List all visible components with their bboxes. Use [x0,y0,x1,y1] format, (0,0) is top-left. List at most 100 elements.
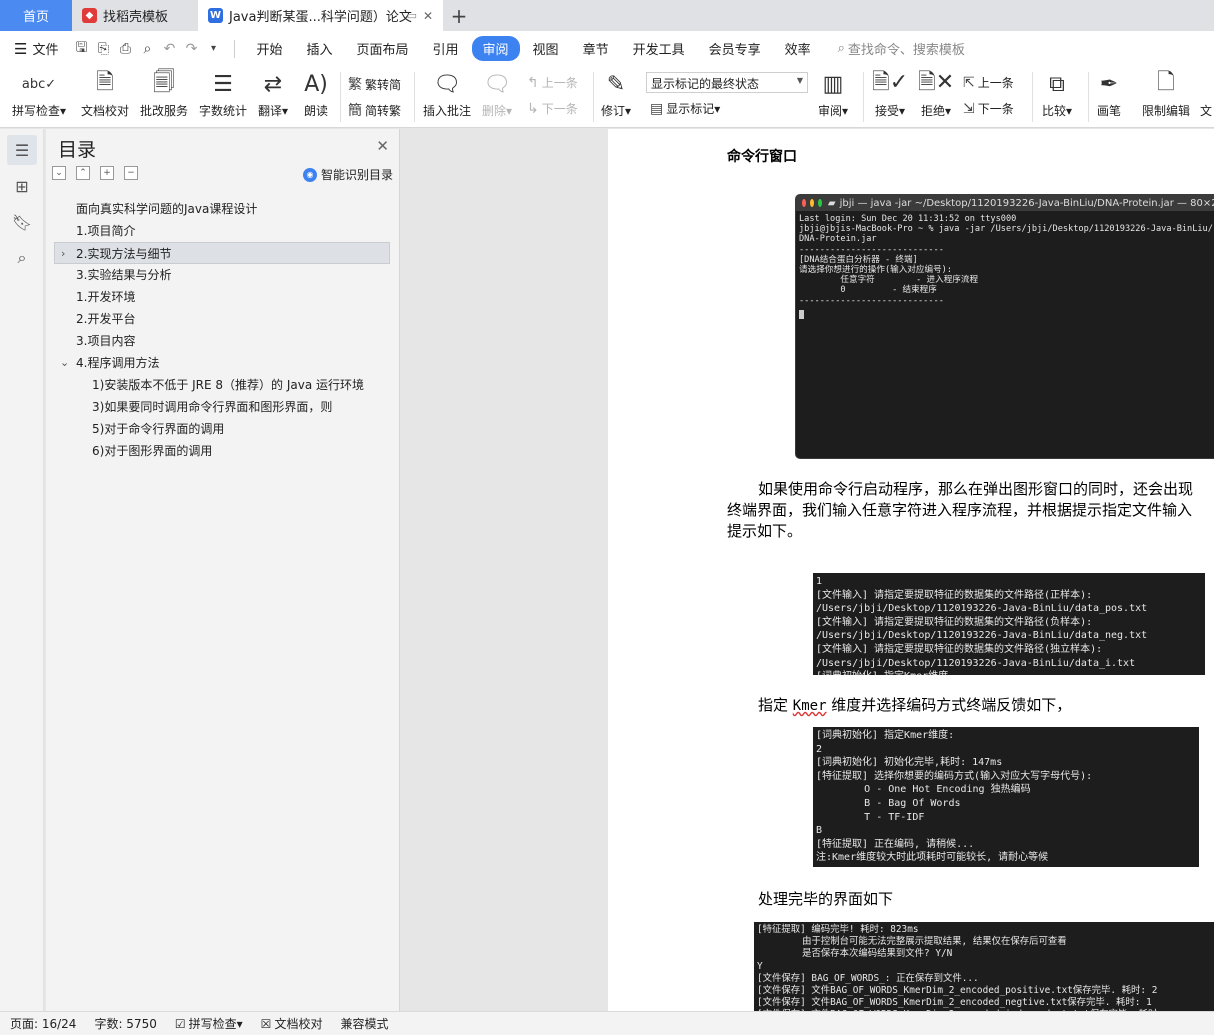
toc-item[interactable]: 面向真实科学问题的Java课程设计 [54,198,390,220]
prev-change-icon: ⇱ [963,74,975,91]
batch-service-button[interactable]: 🗐 批改服务 [140,68,188,119]
truncated-ribbon-button[interactable]: 文 [1200,68,1212,119]
terminal-line: [DNA结合蛋白分析器 - 终端] [799,254,918,265]
trad-to-simp-button[interactable]: 繁繁转简 [348,74,401,94]
insert-comment-button[interactable]: 🗨 插入批注 [423,68,471,119]
tab-document[interactable]: W Java判断某蛋...科学问题）论文 ▭ ✕ [198,0,443,31]
doc-proof-button[interactable]: 🗎 文档校对 [81,68,129,119]
export-icon[interactable]: ⎘ [92,38,114,60]
review-pane-button[interactable]: ▥ 审阅▾ [818,68,848,119]
toc-item[interactable]: 3)如果要同时调用命令行界面和图形界面，则 [54,396,390,418]
toc-item[interactable]: 3.项目内容 [54,330,390,352]
add-level-icon[interactable]: + [100,166,114,180]
print-preview-icon[interactable]: ⌕ [136,38,158,60]
next-comment-button[interactable]: ↳ 下一条 [527,100,578,117]
delete-comment-label: 删除▾ [482,104,513,118]
terminal-output-encoding: [词典初始化] 指定Kmer维度: 2 [词典初始化] 初始化完毕,耗时: 14… [813,727,1199,867]
menu-member[interactable]: 会员专享 [698,36,772,61]
word-count-button[interactable]: ☰ 字数统计 [199,68,247,119]
terminal-cursor [799,309,804,319]
menu-developer[interactable]: 开发工具 [622,36,696,61]
chevron-right-icon[interactable]: › [61,243,65,265]
delete-comment-button[interactable]: 🗨 删除▾ [482,68,512,119]
restrict-edit-button[interactable]: 🗋 限制编辑 [1142,68,1190,119]
expand-up-icon[interactable]: ⌃ [76,166,90,180]
markup-state-select[interactable]: 显示标记的最终状态 ▼ [646,72,808,93]
terminal-line: 0 - 结束程序 [799,285,937,296]
chapter-nav-icon[interactable]: ⊞ [7,171,37,201]
spell-check-button[interactable]: abc✓ 拼写检查▾ [12,68,66,119]
pin-icon[interactable]: ▭ [407,9,417,22]
toc-item[interactable]: 3.实验结果与分析 [54,264,390,286]
tab-template[interactable]: ◆ 找稻壳模板 [72,0,198,31]
toc-item[interactable]: 1.开发环境 [54,286,390,308]
new-tab-button[interactable]: + [443,0,475,31]
toc-item[interactable]: 5)对于命令行界面的调用 [54,418,390,440]
track-changes-button[interactable]: ✎ 修订▾ [601,68,631,119]
bookmark-icon[interactable]: 🔖︎ [7,207,37,237]
remove-level-icon[interactable]: − [124,166,138,180]
zoom-dot-icon [817,199,822,207]
menu-efficiency[interactable]: 效率 [774,36,822,61]
section-heading: 命令行窗口 [727,149,797,165]
file-menu-label: 文件 [32,43,59,58]
compare-icon: ⧉ [1049,71,1065,97]
close-icon[interactable]: ✕ [423,9,433,23]
toc-item[interactable]: 6)对于图形界面的调用 [54,440,390,462]
accept-button[interactable]: 🗎✓ 接受▾ [872,68,908,119]
simp-to-trad-button[interactable]: 簡简转繁 [348,100,401,120]
spell-check-icon: abc✓ [21,76,57,92]
prev-change-button[interactable]: ⇱ 上一条 [963,74,1014,91]
menu-separator [234,39,236,58]
toc-item[interactable]: ⌄ 4.程序调用方法 [54,352,390,374]
doc-proof-status[interactable]: ☒ 文档校对 [261,1015,323,1032]
collapse-all-icon[interactable]: ⌄ [52,166,66,180]
undo-icon[interactable]: ↶ [158,38,180,60]
close-dot-icon [802,199,806,207]
menu-references[interactable]: 引用 [422,36,470,61]
toc-item[interactable]: 1.项目简介 [54,220,390,242]
minimize-dot-icon [809,199,814,207]
tab-home[interactable]: 首页 [0,0,72,31]
toc-item[interactable]: 2.开发平台 [54,308,390,330]
terminal-screenshot: ▰ jbji — java -jar ~/Desktop/1120193226-… [795,194,1214,459]
reject-icon: 🗎✕ [918,70,955,95]
menu-page-layout[interactable]: 页面布局 [346,36,420,61]
document-page[interactable]: 命令行窗口 ▰ jbji — java -jar ~/Desktop/11201… [608,129,1214,1011]
close-icon[interactable]: ✕ [376,137,389,155]
word-count-indicator[interactable]: 字数: 5750 [94,1015,156,1032]
ink-button[interactable]: ✒ 画笔 [1097,68,1121,119]
tab-document-label: Java判断某蛋...科学问题）论文 [229,10,412,25]
prev-comment-button[interactable]: ↰ 上一条 [527,74,578,91]
menu-insert[interactable]: 插入 [295,36,343,61]
file-menu[interactable]: ☰ 文件 [14,39,59,59]
read-aloud-button[interactable]: A) 朗读 [304,68,328,119]
toc-item-selected[interactable]: › 2.实现方法与细节 [54,242,390,264]
next-change-button[interactable]: ⇲ 下一条 [963,100,1014,117]
smart-toc-button[interactable]: ◉ 智能识别目录 [302,166,393,183]
redo-icon[interactable]: ↷ [180,38,202,60]
reject-button[interactable]: 🗎✕ 拒绝▾ [918,68,954,119]
menu-view[interactable]: 视图 [522,36,570,61]
print-icon[interactable]: ⎙ [114,38,136,60]
show-markup-button[interactable]: ▤ 显示标记 ▾ [650,100,720,117]
compare-button[interactable]: ⧉ 比较▾ [1042,68,1072,119]
menu-home[interactable]: 开始 [245,36,293,61]
spell-check-status[interactable]: ☑ 拼写检查 ▾ [175,1015,243,1032]
translate-button[interactable]: ⇄ 翻译▾ [258,68,288,119]
terminal-body: Last login: Sun Dec 20 11:31:52 on ttys0… [796,211,1214,325]
chevron-down-icon[interactable]: ⌄ [60,352,69,374]
chevron-down-icon[interactable]: ▾ [202,38,224,60]
save-icon[interactable]: 🖫 [70,38,92,60]
menu-review[interactable]: 审阅 [471,36,520,61]
menu-section[interactable]: 章节 [572,36,620,61]
toc-item[interactable]: 1)安装版本不低于 JRE 8（推荐）的 Java 运行环境 [54,374,390,396]
next-comment-icon: ↳ [527,100,539,117]
tab-bar: 首页 ◆ 找稻壳模板 W Java判断某蛋...科学问题）论文 ▭ ✕ + [0,0,1214,31]
page-indicator[interactable]: 页面: 16/24 [10,1015,76,1032]
proof-icon: ☒ [260,1016,272,1031]
word-doc-icon: W [208,8,223,23]
search-icon[interactable]: ⌕ [7,243,37,273]
command-search[interactable]: ⌕ 查找命令、搜索模板 [838,39,965,58]
toc-panel-icon[interactable]: ☰ [7,135,37,165]
